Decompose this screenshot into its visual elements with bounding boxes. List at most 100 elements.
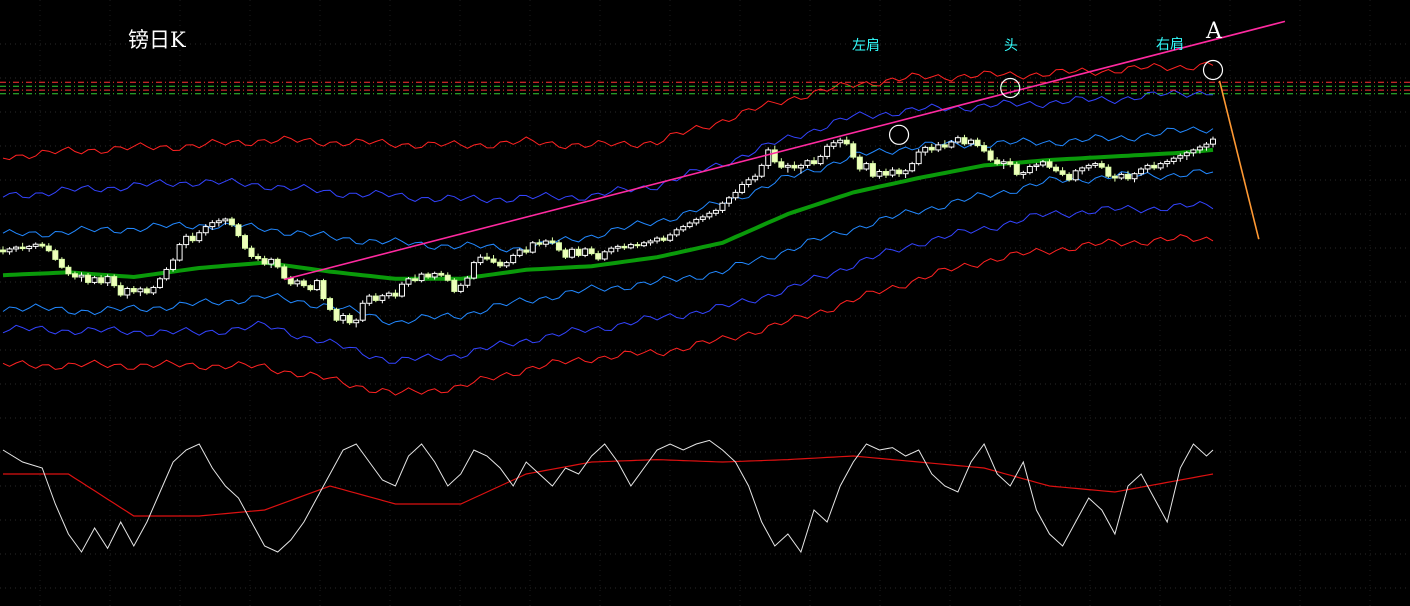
candle-body [680, 226, 687, 231]
candle-body [1118, 173, 1125, 179]
candle-body [52, 250, 59, 260]
label-point-a: A [1205, 19, 1223, 44]
candle-body [451, 279, 458, 292]
candle-body [771, 149, 778, 163]
candle-body [1164, 160, 1171, 165]
candle-body [1026, 165, 1033, 174]
candle-body [797, 164, 804, 169]
candle-body [242, 235, 248, 249]
candle-body [1170, 157, 1177, 162]
candle-body [1000, 161, 1007, 165]
candle-body [1072, 170, 1079, 181]
candle-body [941, 144, 948, 148]
candle-body [327, 298, 334, 310]
candle-body [994, 159, 1001, 165]
candle-body [981, 145, 988, 152]
candle-body [719, 202, 726, 211]
candle-body [889, 169, 896, 176]
candle-body [954, 137, 961, 143]
candle-body [739, 183, 746, 193]
candle-body [170, 259, 177, 270]
candle-body [1203, 143, 1210, 148]
candle-body [156, 278, 163, 288]
candle-body [65, 266, 72, 275]
candle-body [575, 248, 582, 256]
candle-body [1131, 173, 1138, 180]
candle-body [117, 285, 124, 296]
candle-body [647, 240, 654, 244]
candle-body [1092, 163, 1099, 166]
candle-body [1111, 175, 1118, 179]
candle-body [582, 248, 589, 256]
candle-body [385, 292, 392, 297]
candle-body [353, 319, 360, 324]
candle-body [1007, 161, 1014, 165]
candle-body [843, 139, 850, 145]
candle-body [464, 277, 471, 286]
candle-body [320, 280, 327, 300]
candle-body [510, 254, 517, 264]
candle-body [398, 283, 405, 297]
candle-body [1144, 164, 1151, 170]
candle-body [693, 218, 700, 224]
candle-body [1138, 168, 1145, 175]
candle-body [477, 256, 484, 264]
candle-body [909, 163, 916, 172]
candle-body [1098, 163, 1105, 168]
candle-body [863, 163, 870, 170]
candle-body [366, 295, 373, 304]
candle-body [150, 286, 157, 294]
candle-body [183, 235, 190, 246]
candle-body [32, 243, 39, 247]
candle-body [745, 179, 752, 185]
candle-body [444, 274, 451, 281]
candle-body [824, 145, 831, 157]
label-left-shoulder: 左肩 [852, 38, 880, 54]
candle-body [817, 155, 824, 165]
candle-body [281, 266, 288, 279]
candle-body [516, 249, 523, 256]
candle-body [765, 149, 772, 166]
candle-body [928, 146, 935, 151]
candle-body [228, 218, 235, 226]
candle-body [91, 277, 98, 283]
candle-body [176, 244, 183, 261]
candle-body [569, 248, 576, 258]
label-right-shoulder: 右肩 [1156, 37, 1184, 53]
candle-body [13, 246, 20, 250]
candle-body [542, 240, 549, 245]
label-head: 头 [1004, 38, 1018, 54]
candle-body [673, 229, 680, 236]
candle-body [137, 288, 144, 293]
candle-body [876, 171, 883, 177]
candle-body [902, 170, 909, 175]
candle-body [163, 268, 170, 280]
candle-body [294, 280, 301, 285]
candle-body [654, 237, 661, 242]
candle-body [1013, 163, 1020, 175]
candle-body [45, 245, 52, 252]
chart-title: 镑日K [128, 28, 186, 52]
candle-body [595, 253, 602, 260]
candle-body [536, 242, 543, 245]
candle-body [1039, 161, 1046, 166]
candle-body [26, 245, 33, 250]
candle-body [372, 295, 379, 301]
candle-body [104, 276, 111, 284]
candle-body [71, 273, 78, 278]
candle-body [0, 249, 6, 253]
candle-body [1046, 161, 1053, 168]
candle-body [340, 315, 347, 321]
candle-body [78, 274, 85, 278]
candle-body [640, 242, 647, 247]
candle-body [758, 164, 765, 177]
candle-body [732, 191, 739, 199]
candle-body [974, 139, 981, 147]
candle-body [1053, 166, 1060, 172]
candle-body [634, 244, 641, 247]
candle-body [202, 226, 209, 234]
candle-body [1190, 149, 1197, 154]
candle-body [222, 218, 229, 222]
candle-body [359, 302, 366, 321]
candle-body [1059, 170, 1066, 175]
